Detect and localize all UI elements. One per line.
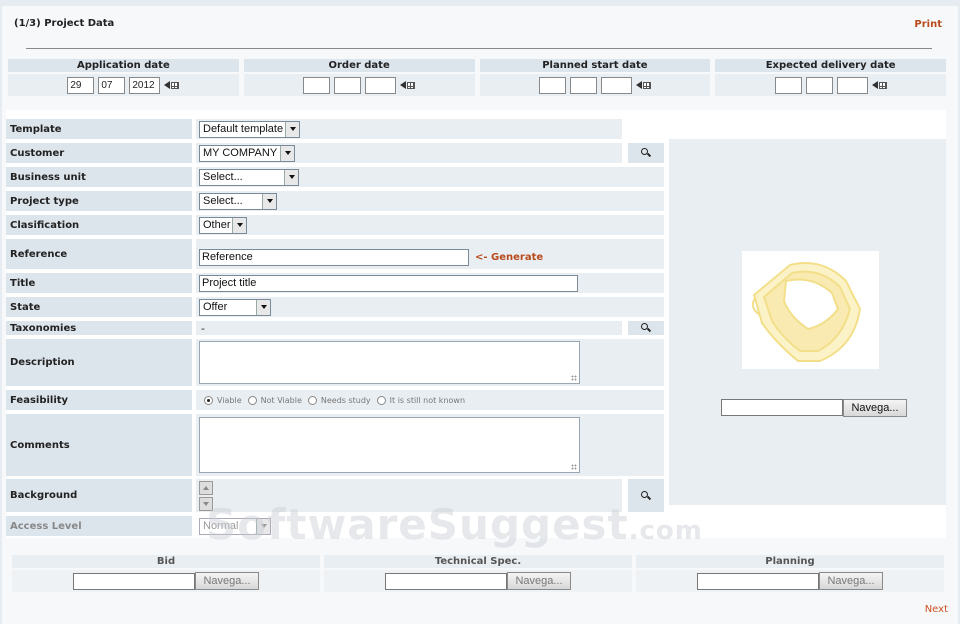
year-input[interactable]: [365, 76, 397, 94]
day-input[interactable]: [538, 76, 566, 94]
radio-icon: [376, 395, 386, 405]
year-input[interactable]: 2012: [129, 76, 161, 94]
background-label: Background: [6, 479, 192, 512]
customer-select[interactable]: MY COMPANY: [199, 144, 295, 162]
attachment-technical-spec: Technical Spec. Navega...: [324, 555, 632, 592]
feasibility-option-not-viable[interactable]: Not Viable: [247, 395, 302, 405]
image-file-input[interactable]: [721, 399, 843, 416]
attachment-bid: Bid Navega...: [12, 555, 320, 592]
expected-delivery-date: Expected delivery date: [715, 59, 946, 96]
generate-reference-link[interactable]: <- Generate: [475, 252, 543, 263]
reference-label: Reference: [6, 239, 192, 269]
image-browse-button[interactable]: Navega...: [843, 399, 907, 417]
customer-label: Customer: [6, 143, 192, 163]
project-form: Navega... Template Default template Cust…: [6, 110, 946, 538]
attachments-section: Bid Navega... Technical Spec. Navega... …: [12, 555, 944, 592]
access-level-select[interactable]: Normal: [199, 517, 271, 535]
feasibility-option-needs-study[interactable]: Needs study: [307, 395, 371, 405]
calendar-icon[interactable]: [400, 81, 416, 89]
file-input[interactable]: [385, 572, 507, 590]
feasibility-option-unknown[interactable]: It is still not known: [376, 395, 465, 405]
chevron-down-icon: [256, 299, 270, 315]
chevron-down-icon: [284, 169, 298, 185]
project-type-label: Project type: [6, 191, 192, 211]
business-unit-label: Business unit: [6, 167, 192, 187]
taxonomies-label: Taxonomies: [6, 321, 192, 335]
state-label: State: [6, 297, 192, 317]
classification-select[interactable]: Other: [199, 216, 247, 234]
browse-button[interactable]: Navega...: [819, 572, 883, 590]
access-level-label: Access Level: [6, 516, 192, 536]
browse-button[interactable]: Navega...: [507, 572, 571, 590]
order-date: Order date: [243, 59, 475, 96]
date-label: Expected delivery date: [715, 59, 946, 72]
background-search-button[interactable]: [628, 479, 664, 512]
search-icon: [641, 323, 651, 333]
print-link[interactable]: Print: [914, 19, 942, 30]
radio-selected-icon: [204, 395, 213, 405]
scroll-up-icon[interactable]: [199, 480, 213, 495]
classification-label: Clasification: [6, 215, 192, 235]
comments-textarea[interactable]: [199, 417, 580, 473]
template-label: Template: [6, 119, 192, 139]
month-input[interactable]: [334, 76, 362, 94]
description-label: Description: [6, 339, 192, 386]
month-input[interactable]: 07: [98, 76, 126, 94]
file-input[interactable]: [697, 572, 819, 590]
project-logo: [742, 251, 879, 369]
day-input[interactable]: [774, 76, 802, 94]
planned-start-date: Planned start date: [479, 59, 711, 96]
feasibility-option-viable[interactable]: Viable: [204, 395, 242, 405]
taxonomies-value: -: [196, 321, 622, 335]
year-input[interactable]: [836, 76, 868, 94]
customer-search-button[interactable]: [628, 143, 664, 163]
reference-input[interactable]: Reference: [199, 248, 469, 266]
calendar-icon[interactable]: [635, 81, 651, 89]
chevron-down-icon: [256, 518, 270, 534]
project-image-panel: Navega...: [669, 139, 946, 505]
month-input[interactable]: [805, 76, 833, 94]
date-label: Planned start date: [479, 59, 711, 72]
application-date: Application date 29 07 2012: [8, 59, 239, 96]
background-spinner[interactable]: [199, 480, 213, 511]
attachment-label: Technical Spec.: [324, 555, 632, 568]
browse-button[interactable]: Navega...: [195, 572, 259, 590]
feasibility-label: Feasibility: [6, 390, 192, 410]
scroll-down-icon[interactable]: [199, 496, 213, 511]
taxonomies-search-button[interactable]: [628, 321, 664, 335]
year-input[interactable]: [600, 76, 632, 94]
description-textarea[interactable]: [199, 341, 580, 384]
feasibility-radio-group: Viable Not Viable Needs study It is stil…: [204, 395, 465, 405]
calendar-icon[interactable]: [164, 81, 180, 89]
chevron-down-icon: [280, 145, 294, 161]
file-input[interactable]: [73, 572, 195, 590]
attachment-label: Planning: [636, 555, 944, 568]
month-input[interactable]: [569, 76, 597, 94]
day-input[interactable]: 29: [67, 76, 95, 94]
date-label: Application date: [8, 59, 239, 72]
project-type-select[interactable]: Select...: [199, 192, 277, 210]
title-label: Title: [6, 273, 192, 293]
title-input[interactable]: Project title: [199, 274, 578, 292]
chevron-down-icon: [262, 193, 276, 209]
header-divider: [26, 48, 932, 49]
radio-icon: [307, 395, 317, 405]
day-input[interactable]: [303, 76, 331, 94]
search-icon: [641, 148, 651, 158]
chevron-down-icon: [232, 217, 246, 233]
date-label: Order date: [243, 59, 475, 72]
calendar-icon[interactable]: [871, 81, 887, 89]
state-select[interactable]: Offer: [199, 298, 271, 316]
page-title: (1/3) Project Data: [14, 18, 115, 29]
radio-icon: [247, 395, 257, 405]
next-link[interactable]: Next: [925, 604, 948, 615]
chevron-down-icon: [285, 121, 299, 137]
attachment-label: Bid: [12, 555, 320, 568]
comments-label: Comments: [6, 414, 192, 476]
search-icon: [641, 490, 651, 501]
dates-section: Application date 29 07 2012 Order date P…: [8, 59, 946, 96]
attachment-planning: Planning Navega...: [636, 555, 944, 592]
template-select[interactable]: Default template: [199, 120, 300, 138]
business-unit-select[interactable]: Select...: [199, 168, 299, 186]
